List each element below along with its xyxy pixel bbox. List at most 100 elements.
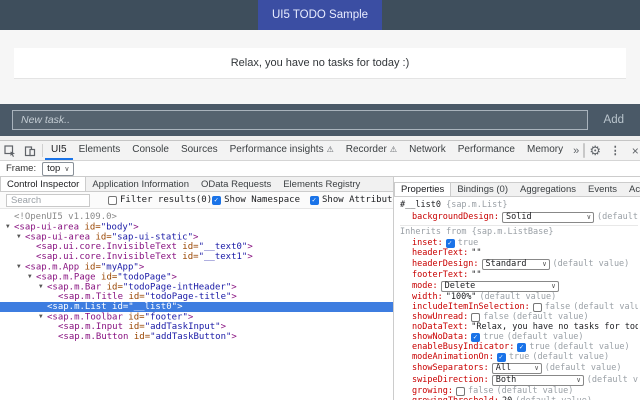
expand-arrow-icon[interactable]: ▼ [17,262,25,272]
devtools-tab-recorder[interactable]: Recorder⚠ [340,141,403,160]
add-task-button[interactable]: Add [600,114,628,126]
tree-node-todopage[interactable]: ▼<sap.m.Page id="todoPage"> [0,272,393,282]
properties-tab-events[interactable]: Events [582,183,623,196]
property-name: headerText: [412,248,468,258]
search-input[interactable] [6,194,90,207]
frame-row: Frame: top ∨ [0,161,640,177]
property-name: inset: [412,238,443,248]
subtab-application-information[interactable]: Application Information [86,177,195,191]
tree-node-body[interactable]: ▼<sap-ui-area id="body"> [0,222,393,232]
attr-name: id= [79,223,101,233]
tree-node-sap-ui-static[interactable]: ▼<sap-ui-area id="sap-ui-static"> [0,232,393,242]
device-toolbar-icon[interactable] [20,141,40,160]
tree-node-text0[interactable]: <sap.ui.core.InvisibleText id="__text0"> [0,242,393,252]
property-showunread-checkbox[interactable] [471,313,480,322]
attr-name: id= [177,242,199,252]
tree-node-todopage-intheader[interactable]: ▼<sap.m.Bar id="todoPage-intHeader"> [0,282,393,292]
devtools-tab-memory[interactable]: Memory [521,141,569,160]
property-enablebusyindicator-checkbox[interactable] [517,343,526,352]
property-swipedirection-select[interactable]: Both∨ [492,375,584,386]
properties-tab-bindings-0[interactable]: Bindings (0) [451,183,514,196]
properties-tab-aggregations[interactable]: Aggregations [514,183,582,196]
properties-list: #__list0 {sap.m.List} backgroundDesign:S… [394,197,640,400]
inherits-from-label: Inherits from {sap.m.ListBase} [400,225,638,238]
subtab-odata-requests[interactable]: OData Requests [195,177,277,191]
tag-close: > [171,273,176,283]
tab-label: Console [132,144,169,155]
tree-node-list0[interactable]: <sap.m.List id="__list0"> [0,302,393,312]
property-mode-select[interactable]: Delete∨ [441,281,559,292]
inherited-properties: inset:trueheaderText:""headerDesign:Stan… [400,238,638,400]
tab-label: Elements [79,144,121,155]
attr-value: "todoPage" [117,273,171,283]
new-task-input[interactable] [12,110,588,130]
expand-arrow-icon[interactable]: ▼ [39,312,47,322]
filter-results-checkbox[interactable]: Filter results(0) [108,195,212,205]
tag-close: > [193,233,198,243]
properties-tab-properties[interactable]: Properties [394,183,451,196]
tag-close: > [231,332,236,342]
property-showseparators-select[interactable]: All∨ [492,363,542,374]
settings-gear-icon[interactable]: ⚙ [585,141,605,160]
more-tabs-chevron[interactable]: » [569,141,583,160]
property-name: growing: [412,386,453,396]
checkbox-word: true [483,332,503,342]
property-includeiteminselection-checkbox[interactable] [533,303,542,312]
property-inset-checkbox[interactable] [446,239,455,248]
show-attributes-checkbox[interactable]: Show Attributes [310,195,393,205]
tab-label: Events [588,184,617,195]
property-shownodata-checkbox[interactable] [471,333,480,342]
inspect-element-icon[interactable] [0,141,20,160]
devtools-tab-sources[interactable]: Sources [175,141,224,160]
tree-root-comment[interactable]: <!OpenUI5 v1.109.0> [0,212,393,222]
default-value-label: (default value) [545,363,622,373]
tree-node-addtaskbutton[interactable]: <sap.m.Button id="addTaskButton"> [0,332,393,342]
property-modeanimationon-checkbox[interactable] [497,353,506,362]
expand-arrow-icon[interactable]: ▼ [6,222,14,232]
app-header: UI5 TODO Sample [0,0,640,30]
tree-node-addtaskinput[interactable]: <sap.m.Input id="addTaskInput"> [0,322,393,332]
checkbox-word: false [545,302,571,312]
show-namespace-checkbox[interactable]: Show Namespace [212,195,300,205]
tree-node-todopage-title[interactable]: <sap.m.Title id="todoPage-title"> [0,292,393,302]
own-properties: backgroundDesign:Solid∨(default value) [400,211,638,223]
expand-arrow-icon[interactable]: ▼ [17,232,25,242]
devtools-tab-elements[interactable]: Elements [73,141,127,160]
kebab-menu-icon[interactable]: ⋮ [605,141,625,160]
properties-tab-actions[interactable]: Actions [623,183,640,196]
expand-arrow-icon[interactable]: ▼ [39,282,47,292]
property-headerdesign-select[interactable]: Standard∨ [482,259,550,270]
subtab-control-inspector[interactable]: Control Inspector [0,177,86,191]
tab-label: Elements Registry [283,179,360,190]
tag-name: <sap.ui.core.InvisibleText [36,242,177,252]
devtools-tab-performance-insights[interactable]: Performance insights⚠ [224,141,340,160]
selected-control-id: #__list0 [400,200,441,210]
devtools-tab-ui5[interactable]: UI5 [45,141,73,160]
chevron-down-icon: ∨ [535,363,539,373]
devtools-tab-network[interactable]: Network [403,141,452,160]
tag-close: > [188,313,193,323]
frame-select[interactable]: top ∨ [42,162,74,176]
tree-node-text1[interactable]: <sap.ui.core.InvisibleText id="__text1"> [0,252,393,262]
tree-node-myapp[interactable]: ▼<sap.m.App id="myApp"> [0,262,393,272]
property-name: noDataText: [412,322,468,332]
subtab-elements-registry[interactable]: Elements Registry [277,177,366,191]
devtools-tab-console[interactable]: Console [126,141,175,160]
checkbox-word: false [468,386,494,396]
close-devtools-icon[interactable]: × [625,141,640,160]
property-backgrounddesign-select[interactable]: Solid∨ [502,212,594,223]
expand-arrow-icon[interactable]: ▼ [28,272,36,282]
attr-value: "__text0" [199,242,248,252]
tab-label: OData Requests [201,179,271,190]
checkbox-icon [108,196,117,205]
select-value: Both [496,375,516,385]
property-growing-checkbox[interactable] [456,387,465,396]
tag-name: <sap.m.Button [58,332,128,342]
tag-name: <sap.m.Input [58,322,123,332]
tag-close: > [139,263,144,273]
property-row-headertext: headerText:"" [400,248,638,258]
tab-label: Network [409,144,446,155]
devtools-tab-performance[interactable]: Performance [452,141,521,160]
tree-node-footer[interactable]: ▼<sap.m.Toolbar id="footer"> [0,312,393,322]
properties-tabbar: PropertiesBindings (0)Aggregations Events… [394,182,640,197]
